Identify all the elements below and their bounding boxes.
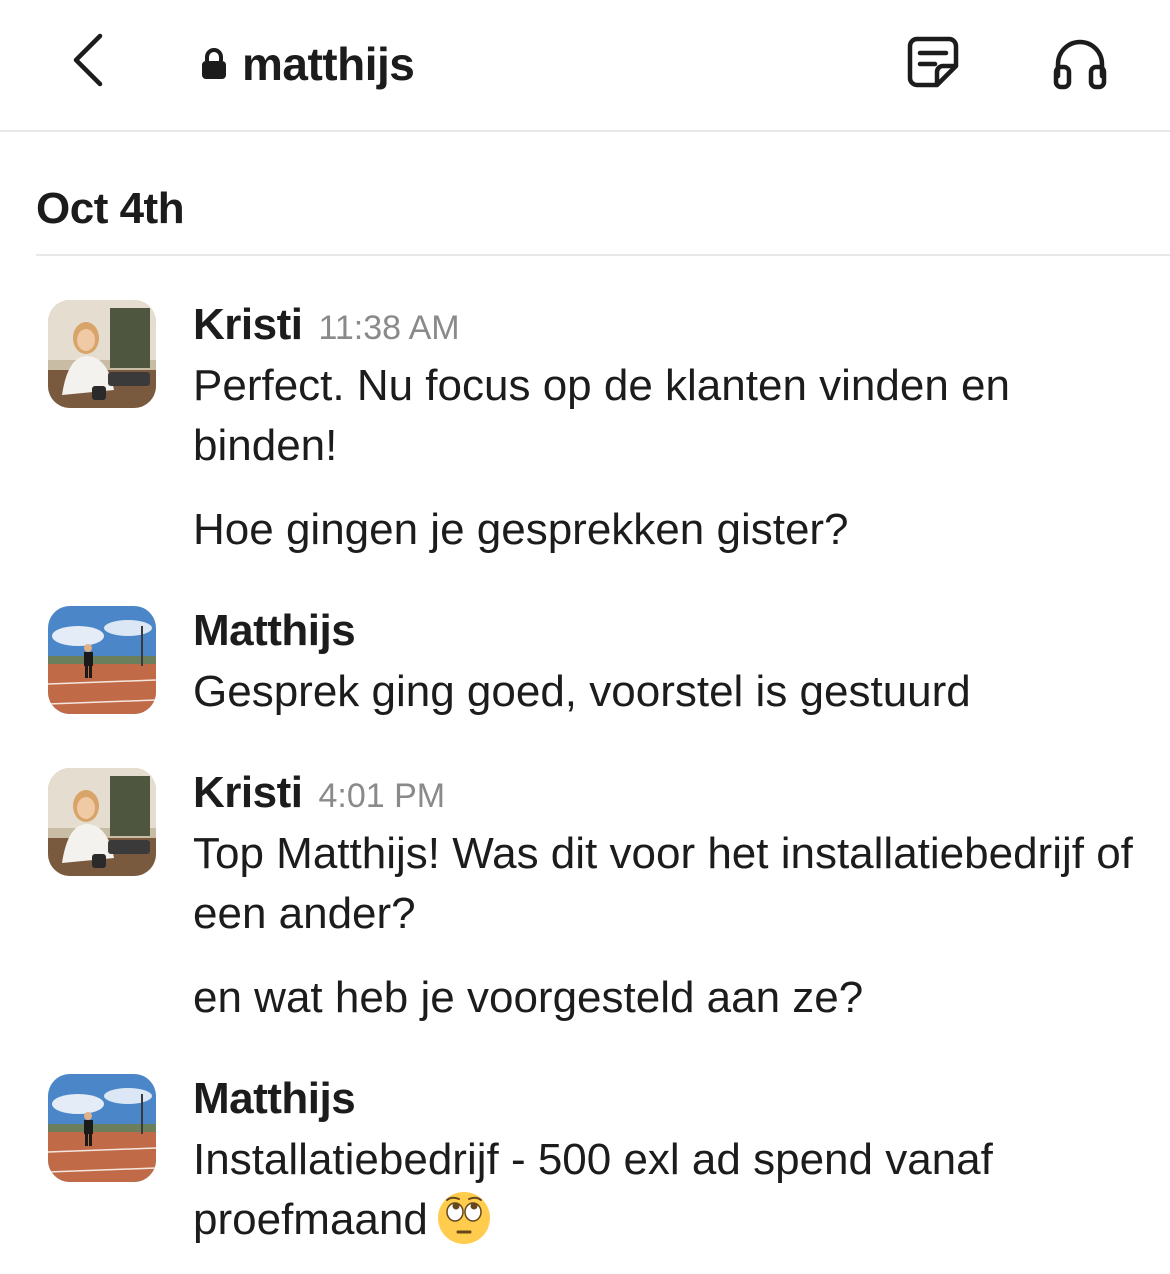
lock-icon [200,47,228,81]
avatar[interactable] [48,300,156,408]
message-text: Perfect. Nu focus op de klanten vinden e… [193,361,1010,470]
sender-name[interactable]: Kristi [193,300,303,350]
date-divider-label: Oct 4th [36,184,185,233]
avatar[interactable] [48,606,156,714]
chevron-left-icon [73,33,103,87]
sender-name[interactable]: Matthijs [193,606,356,656]
timestamp[interactable]: 11:38 AM [318,309,459,348]
message-text: Gesprek ging goed, voorstel is gestuurd [193,667,971,716]
avatar[interactable] [48,1074,156,1182]
headphones-icon [1053,39,1107,90]
sender-name[interactable]: Kristi [193,768,303,818]
huddle-button[interactable] [1044,30,1116,94]
message-text: Hoe gingen je gesprekken gister? [193,505,849,554]
canvas-button[interactable] [898,30,968,94]
message-body: Matthijs Installatiebedrijf - 500 exl ad… [193,1074,1143,1250]
message-body: Kristi 4:01 PM Top Matthijs! Was dit voo… [193,768,1143,1028]
message: Matthijs Installatiebedrijf - 500 exl ad… [0,1074,1170,1264]
message-text: Top Matthijs! Was dit voor het installat… [193,829,1133,938]
canvas-icon [907,36,959,88]
message-body: Matthijs Gesprek ging goed, voorstel is … [193,606,1143,722]
date-divider-line [36,254,1170,256]
back-button[interactable] [60,28,116,92]
channel-title-group[interactable]: matthijs [200,36,415,92]
message: Kristi 11:38 AM Perfect. Nu focus op de … [0,300,1170,580]
avatar[interactable] [48,768,156,876]
message-text: en wat heb je voorgesteld aan ze? [193,973,864,1022]
message: Matthijs Gesprek ging goed, voorstel is … [0,606,1170,736]
face-with-rolling-eyes-emoji [436,1190,492,1246]
channel-header: matthijs [0,0,1170,132]
timestamp[interactable]: 4:01 PM [318,777,445,816]
message: Kristi 4:01 PM Top Matthijs! Was dit voo… [0,768,1170,1048]
message-text-content: Installatiebedrijf - 500 exl ad spend va… [193,1135,993,1244]
message-text: Installatiebedrijf - 500 exl ad spend va… [193,1130,1143,1250]
sender-name[interactable]: Matthijs [193,1074,356,1124]
channel-title: matthijs [242,38,415,90]
message-body: Kristi 11:38 AM Perfect. Nu focus op de … [193,300,1143,560]
